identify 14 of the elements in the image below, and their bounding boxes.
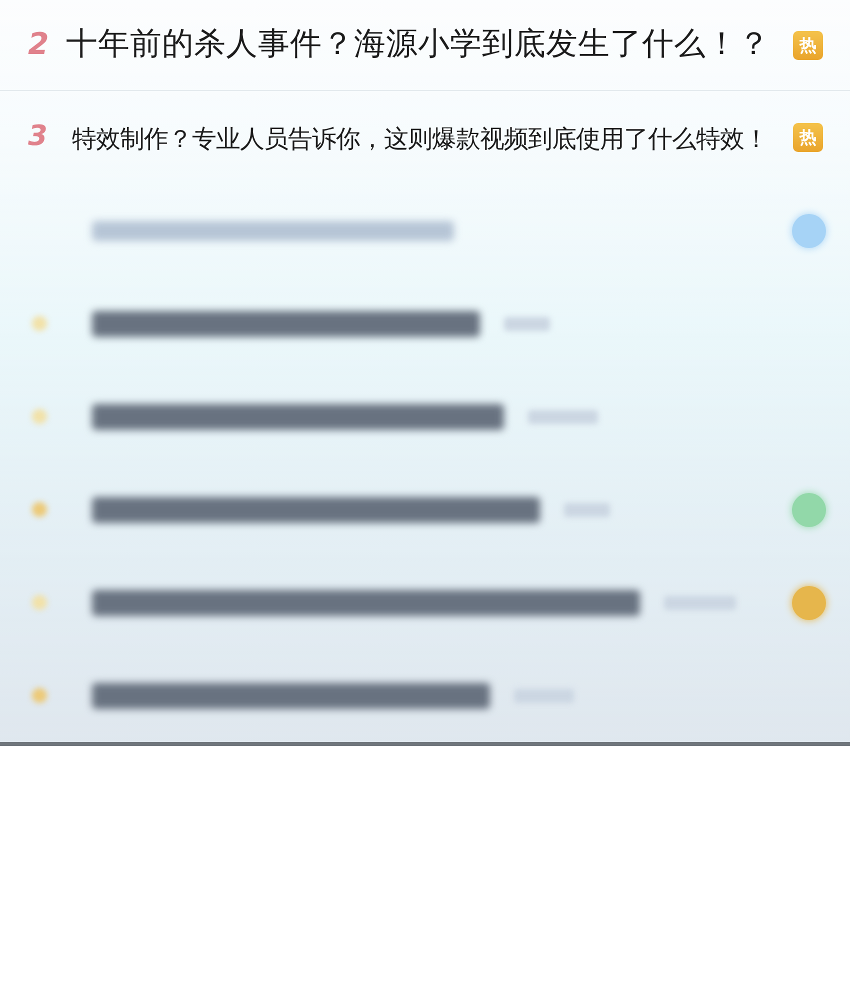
blurred-count-drawing (528, 410, 598, 424)
hot-badge: 热 (793, 30, 823, 60)
rank-number: 3 (28, 122, 48, 150)
blurred-dot-icon (32, 409, 47, 424)
headline-title[interactable]: 十年前的杀人事件？海源小学到底发生了什么！？ (66, 26, 793, 64)
blurred-count-drawing (504, 316, 550, 330)
rank-number: 2 (28, 30, 50, 60)
blurred-count-drawing (564, 502, 610, 516)
hot-badge: 热 (793, 123, 823, 152)
blurred-dot-icon (32, 688, 47, 703)
blurred-dot-icon (32, 316, 47, 331)
blurred-dot-icon (32, 502, 47, 517)
headline-title[interactable]: 特效制作？专业人员告诉你，这则爆款视频到底使用了什么特效！ (72, 124, 793, 154)
blurred-dot-icon (32, 595, 47, 610)
